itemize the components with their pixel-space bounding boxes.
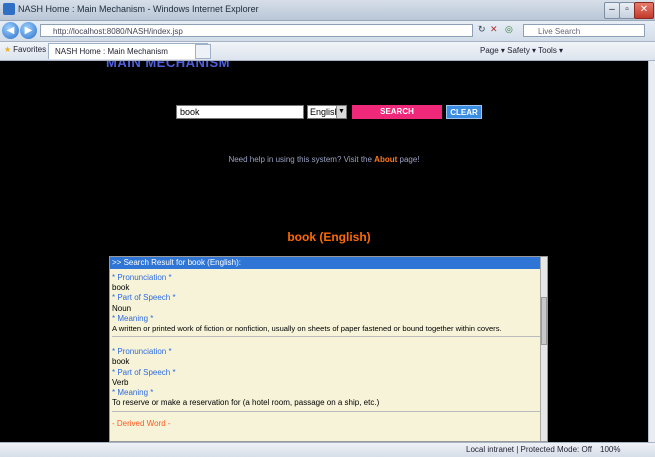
pronunciation-label: * Pronunciation *: [112, 347, 172, 357]
help-prefix: Need help in using this system? Visit th…: [228, 155, 375, 164]
chevron-down-icon: ▼: [336, 106, 346, 118]
forward-icon[interactable]: ▶: [20, 22, 37, 39]
language-select[interactable]: English ▼: [307, 105, 347, 119]
pronunciation-value: book: [112, 283, 130, 293]
favorites-label: Favorites: [13, 45, 47, 54]
help-suffix: page!: [397, 155, 420, 164]
star-icon: ★: [4, 45, 12, 54]
new-tab-button[interactable]: [195, 44, 211, 59]
part-of-speech-label: * Part of Speech *: [112, 367, 176, 377]
help-text: Need help in using this system? Visit th…: [0, 155, 648, 164]
result-title: book (English): [287, 230, 371, 244]
about-link[interactable]: About: [374, 155, 397, 164]
derived-word-label: - Derived Word -: [112, 419, 171, 429]
zoom-level[interactable]: 100%: [600, 445, 620, 454]
command-bar-tools[interactable]: Page ▾ Safety ▾ Tools ▾: [480, 46, 563, 55]
result-scrollbar[interactable]: [540, 257, 547, 441]
search-button[interactable]: SEARCH: [352, 105, 442, 119]
entry-divider: [112, 336, 540, 347]
part-of-speech-value: Verb: [112, 377, 129, 387]
address-bar: ◀ ▶ http://localhost:8080/NASH/index.jsp…: [0, 21, 655, 42]
result-scrollbar-thumb[interactable]: [541, 297, 547, 345]
result-header: >> Search Result for book (English):: [110, 257, 540, 269]
favorites-button[interactable]: ★ Favorites: [4, 45, 46, 54]
minimize-icon[interactable]: –: [604, 2, 620, 19]
status-bar: Local intranet | Protected Mode: Off 100…: [0, 442, 655, 457]
back-icon[interactable]: ◀: [2, 22, 19, 39]
url-input[interactable]: http://localhost:8080/NASH/index.jsp: [40, 24, 473, 37]
window-titlebar: NASH Home : Main Mechanism - Windows Int…: [0, 0, 655, 21]
page-heading: MAIN MECHANISM: [106, 61, 230, 70]
pronunciation-label: * Pronunciation *: [112, 273, 172, 282]
meaning-value: To reserve or make a reservation for (a …: [112, 398, 380, 408]
security-zone: Local intranet | Protected Mode: Off: [466, 445, 592, 454]
entry-divider: [112, 411, 540, 418]
browser-tab[interactable]: NASH Home : Main Mechanism: [48, 43, 208, 59]
stop-icon[interactable]: ✕: [490, 24, 498, 35]
meaning-value: A written or printed work of fiction or …: [112, 324, 502, 334]
meaning-label: * Meaning *: [112, 313, 154, 323]
favorites-bar: ★ Favorites NASH Home : Main Mechanism Pa…: [0, 42, 655, 61]
close-icon[interactable]: ✕: [634, 2, 654, 19]
result-body: * Pronunciation * book * Part of Speech …: [112, 273, 540, 430]
window-title: NASH Home : Main Mechanism - Windows Int…: [18, 4, 259, 14]
browser-search-input[interactable]: Live Search: [523, 24, 645, 37]
clear-button[interactable]: CLEAR: [446, 105, 482, 119]
meaning-label: * Meaning *: [112, 388, 154, 398]
page-scrollbar[interactable]: [648, 61, 655, 442]
search-input[interactable]: [176, 105, 304, 119]
pronunciation-value: book: [112, 357, 130, 367]
part-of-speech-label: * Part of Speech *: [112, 293, 176, 303]
part-of-speech-value: Noun: [112, 303, 132, 313]
page-content: MAIN MECHANISM English ▼ SEARCH CLEAR Ne…: [0, 61, 648, 442]
maximize-icon[interactable]: ▫: [619, 2, 635, 19]
refresh-icon[interactable]: ↻: [478, 24, 486, 35]
ie-logo-icon: [3, 3, 15, 15]
result-panel: >> Search Result for book (English): * P…: [109, 256, 548, 442]
search-provider-icon[interactable]: ◎: [505, 24, 513, 35]
